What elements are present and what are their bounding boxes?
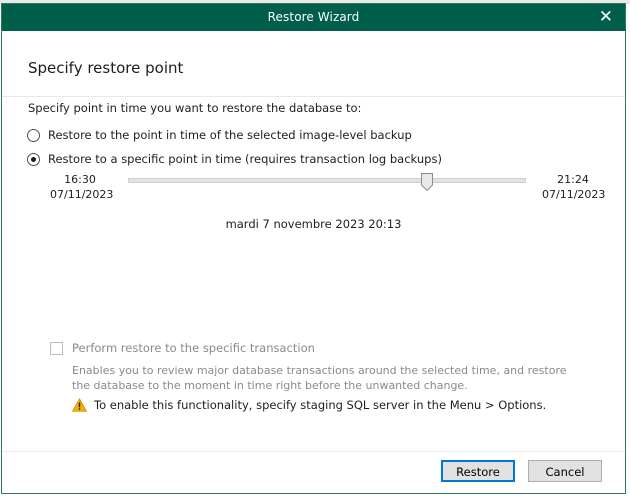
restore-wizard-window: Restore Wizard ✕ Specify restore point S… <box>1 3 626 494</box>
end-date: 07/11/2023 <box>542 188 606 201</box>
restore-button[interactable]: Restore <box>441 460 515 482</box>
specific-transaction-label: Perform restore to the specific transact… <box>72 341 315 355</box>
timeline-end: 21:24 07/11/2023 <box>542 172 606 202</box>
specific-transaction-description: Enables you to review major database tra… <box>72 364 567 392</box>
option-label: Restore to the point in time of the sele… <box>48 128 412 142</box>
start-time: 16:30 <box>64 173 96 186</box>
start-date: 07/11/2023 <box>50 188 114 201</box>
footer-divider <box>2 451 625 452</box>
selected-datetime: mardi 7 novembre 2023 20:13 <box>225 217 402 231</box>
timeline-start: 16:30 07/11/2023 <box>50 172 114 202</box>
page-heading: Specify restore point <box>28 59 184 77</box>
staging-server-warning: To enable this functionality, specify st… <box>72 398 546 412</box>
time-slider-track[interactable] <box>128 178 526 183</box>
window-title: Restore Wizard <box>267 10 360 24</box>
close-icon[interactable]: ✕ <box>599 7 613 27</box>
title-bar[interactable]: Restore Wizard ✕ <box>2 4 625 31</box>
time-slider-thumb[interactable] <box>421 173 433 191</box>
cancel-button[interactable]: Cancel <box>528 460 602 482</box>
option-label: Restore to a specific point in time (req… <box>48 152 442 166</box>
option-specific-point-in-time[interactable]: Restore to a specific point in time (req… <box>27 152 442 166</box>
option-image-level-backup[interactable]: Restore to the point in time of the sele… <box>27 128 412 142</box>
specific-transaction-checkbox[interactable] <box>50 341 63 355</box>
warning-text: To enable this functionality, specify st… <box>94 398 547 412</box>
header-divider <box>2 96 625 97</box>
radio-image-level-backup[interactable] <box>27 128 40 142</box>
radio-specific-point-in-time[interactable] <box>27 152 40 166</box>
specific-transaction-option[interactable]: Perform restore to the specific transact… <box>50 341 315 355</box>
warning-icon <box>72 398 87 412</box>
restore-prompt: Specify point in time you want to restor… <box>28 101 362 115</box>
end-time: 21:24 <box>557 173 589 186</box>
